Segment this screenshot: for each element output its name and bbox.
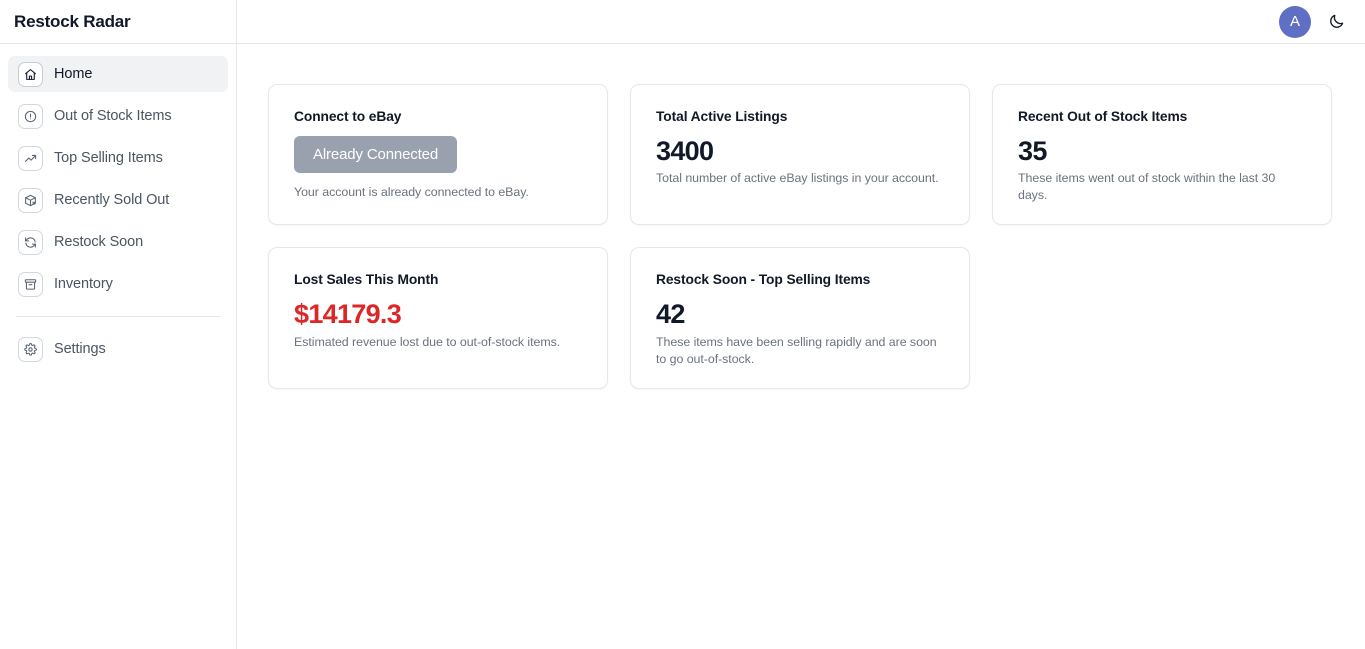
sidebar-item-inventory[interactable]: Inventory	[8, 266, 228, 302]
card-description: Your account is already connected to eBa…	[294, 185, 529, 199]
main-area: A Connect to eBay Already Connected Your…	[237, 0, 1365, 649]
sidebar-item-label: Top Selling Items	[54, 150, 163, 166]
home-icon	[18, 61, 43, 87]
dashboard-content: Connect to eBay Already Connected Your a…	[237, 44, 1365, 389]
card-value: 3400	[656, 136, 714, 166]
sidebar-item-top-selling-items[interactable]: Top Selling Items	[8, 140, 228, 176]
sidebar-nav: Home Out of Stock Items Top Selling Item…	[0, 44, 236, 373]
sidebar-item-label: Home	[54, 66, 93, 82]
sidebar-item-home[interactable]: Home	[8, 56, 228, 92]
package-x-icon	[18, 187, 43, 213]
card-title: Connect to eBay	[294, 109, 402, 124]
card-description: These items went out of stock within the…	[1018, 171, 1276, 203]
card-title: Restock Soon - Top Selling Items	[656, 272, 871, 288]
gear-icon	[18, 336, 43, 362]
sidebar-item-settings[interactable]: Settings	[8, 331, 228, 367]
card-description: These items have been selling rapidly an…	[656, 334, 937, 366]
card-description: Total number of active eBay listings in …	[656, 171, 939, 186]
card-value: 42	[656, 299, 685, 330]
sidebar-item-label: Out of Stock Items	[54, 108, 172, 124]
card-value: $14179.3	[294, 299, 402, 330]
card-description: Estimated revenue lost due to out-of-sto…	[294, 334, 561, 349]
sidebar-item-out-of-stock-items[interactable]: Out of Stock Items	[8, 98, 228, 134]
moon-icon[interactable]	[1325, 11, 1347, 33]
app-root: Restock Radar Home Out of Stock Items To…	[0, 0, 1365, 649]
card-recent-out-of-stock-items: Recent Out of Stock Items 35 These items…	[992, 84, 1332, 226]
app-title: Restock Radar	[14, 11, 131, 31]
card-title: Lost Sales This Month	[294, 272, 439, 288]
sidebar-item-label: Settings	[54, 341, 106, 357]
sidebar-item-restock-soon[interactable]: Restock Soon	[8, 224, 228, 260]
card-connect-to-ebay: Connect to eBay Already Connected Your a…	[268, 84, 608, 226]
sidebar-item-label: Inventory	[54, 276, 113, 292]
sidebar-item-label: Recently Sold Out	[54, 192, 170, 208]
already-connected-button[interactable]: Already Connected	[294, 136, 458, 173]
brand-header: Restock Radar	[0, 0, 236, 44]
sidebar-item-recently-sold-out[interactable]: Recently Sold Out	[8, 182, 228, 218]
card-title: Total Active Listings	[656, 109, 788, 124]
avatar-initial: A	[1289, 13, 1300, 30]
alert-circle-icon	[18, 103, 43, 129]
sidebar-divider	[16, 316, 220, 317]
trending-up-icon	[18, 145, 43, 171]
sidebar: Restock Radar Home Out of Stock Items To…	[0, 0, 237, 649]
card-total-active-listings: Total Active Listings 3400 Total number …	[630, 84, 970, 226]
refresh-cw-icon	[18, 229, 43, 255]
avatar[interactable]: A	[1279, 5, 1311, 38]
sidebar-item-label: Restock Soon	[54, 234, 144, 250]
card-lost-sales-this-month: Lost Sales This Month $14179.3 Estimated…	[268, 247, 608, 389]
card-grid: Connect to eBay Already Connected Your a…	[268, 84, 1337, 389]
card-title: Recent Out of Stock Items	[1018, 109, 1188, 124]
card-value: 35	[1018, 136, 1047, 166]
archive-icon	[18, 271, 43, 297]
topbar: A	[237, 0, 1365, 44]
card-restock-soon-top-selling-items: Restock Soon - Top Selling Items 42 Thes…	[630, 247, 970, 389]
